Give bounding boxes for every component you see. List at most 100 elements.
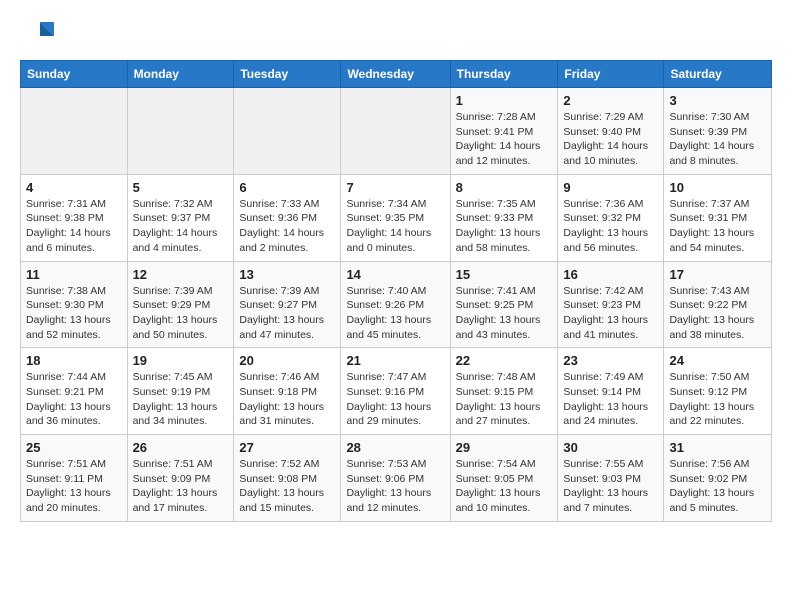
- weekday-header-cell: Tuesday: [234, 61, 341, 88]
- calendar-day-cell: 21 Sunrise: 7:47 AM Sunset: 9:16 PM Dayli…: [341, 348, 450, 435]
- day-info: Sunrise: 7:39 AM Sunset: 9:29 PM Dayligh…: [133, 284, 229, 343]
- day-info: Sunrise: 7:31 AM Sunset: 9:38 PM Dayligh…: [26, 197, 122, 256]
- calendar-day-cell: 31 Sunrise: 7:56 AM Sunset: 9:02 PM Dayli…: [664, 435, 772, 522]
- weekday-header-cell: Saturday: [664, 61, 772, 88]
- calendar-day-cell: 28Sunrise: 7:53 AM Sunset: 9:06 PM Dayli…: [341, 435, 450, 522]
- day-number: 14: [346, 267, 444, 282]
- calendar-day-cell: [21, 88, 128, 175]
- day-info: Sunrise: 7:47 AM Sunset: 9:16 PM Dayligh…: [346, 370, 444, 429]
- day-number: 27: [239, 440, 335, 455]
- day-info: Sunrise: 7:46 AM Sunset: 9:18 PM Dayligh…: [239, 370, 335, 429]
- calendar-day-cell: [127, 88, 234, 175]
- day-number: 2: [563, 93, 658, 108]
- day-info: Sunrise: 7:28 AM Sunset: 9:41 PM Dayligh…: [456, 110, 553, 169]
- day-number: 24: [669, 353, 766, 368]
- calendar-day-cell: 4 Sunrise: 7:31 AM Sunset: 9:38 PM Daylig…: [21, 174, 128, 261]
- calendar-day-cell: 7 Sunrise: 7:34 AM Sunset: 9:35 PM Daylig…: [341, 174, 450, 261]
- calendar-day-cell: 30Sunrise: 7:55 AM Sunset: 9:03 PM Dayli…: [558, 435, 664, 522]
- page-header: [20, 16, 772, 52]
- calendar-day-cell: 20 Sunrise: 7:46 AM Sunset: 9:18 PM Dayli…: [234, 348, 341, 435]
- day-info: Sunrise: 7:45 AM Sunset: 9:19 PM Dayligh…: [133, 370, 229, 429]
- day-number: 25: [26, 440, 122, 455]
- calendar-day-cell: 22Sunrise: 7:48 AM Sunset: 9:15 PM Dayli…: [450, 348, 558, 435]
- day-number: 18: [26, 353, 122, 368]
- weekday-header-cell: Monday: [127, 61, 234, 88]
- calendar-day-cell: 25 Sunrise: 7:51 AM Sunset: 9:11 PM Dayli…: [21, 435, 128, 522]
- calendar-day-cell: 15 Sunrise: 7:41 AM Sunset: 9:25 PM Dayli…: [450, 261, 558, 348]
- day-number: 20: [239, 353, 335, 368]
- calendar-day-cell: 17 Sunrise: 7:43 AM Sunset: 9:22 PM Dayli…: [664, 261, 772, 348]
- day-number: 19: [133, 353, 229, 368]
- day-number: 29: [456, 440, 553, 455]
- day-info: Sunrise: 7:37 AM Sunset: 9:31 PM Dayligh…: [669, 197, 766, 256]
- calendar-day-cell: [341, 88, 450, 175]
- day-info: Sunrise: 7:30 AM Sunset: 9:39 PM Dayligh…: [669, 110, 766, 169]
- day-info: Sunrise: 7:42 AM Sunset: 9:23 PM Dayligh…: [563, 284, 658, 343]
- day-number: 26: [133, 440, 229, 455]
- day-info: Sunrise: 7:51 AM Sunset: 9:09 PM Dayligh…: [133, 457, 229, 516]
- day-info: Sunrise: 7:43 AM Sunset: 9:22 PM Dayligh…: [669, 284, 766, 343]
- logo: [20, 16, 60, 52]
- calendar-day-cell: 18 Sunrise: 7:44 AM Sunset: 9:21 PM Dayli…: [21, 348, 128, 435]
- day-info: Sunrise: 7:39 AM Sunset: 9:27 PM Dayligh…: [239, 284, 335, 343]
- calendar-week-row: 1 Sunrise: 7:28 AM Sunset: 9:41 PM Daylig…: [21, 88, 772, 175]
- day-number: 1: [456, 93, 553, 108]
- calendar-day-cell: 19 Sunrise: 7:45 AM Sunset: 9:19 PM Dayli…: [127, 348, 234, 435]
- day-number: 16: [563, 267, 658, 282]
- day-number: 4: [26, 180, 122, 195]
- day-info: Sunrise: 7:51 AM Sunset: 9:11 PM Dayligh…: [26, 457, 122, 516]
- calendar-day-cell: 24 Sunrise: 7:50 AM Sunset: 9:12 PM Dayli…: [664, 348, 772, 435]
- day-number: 31: [669, 440, 766, 455]
- weekday-header-cell: Thursday: [450, 61, 558, 88]
- day-info: Sunrise: 7:54 AM Sunset: 9:05 PM Dayligh…: [456, 457, 553, 516]
- day-info: Sunrise: 7:44 AM Sunset: 9:21 PM Dayligh…: [26, 370, 122, 429]
- day-info: Sunrise: 7:35 AM Sunset: 9:33 PM Dayligh…: [456, 197, 553, 256]
- day-info: Sunrise: 7:33 AM Sunset: 9:36 PM Dayligh…: [239, 197, 335, 256]
- day-number: 3: [669, 93, 766, 108]
- day-info: Sunrise: 7:50 AM Sunset: 9:12 PM Dayligh…: [669, 370, 766, 429]
- calendar-day-cell: 23 Sunrise: 7:49 AM Sunset: 9:14 PM Dayli…: [558, 348, 664, 435]
- calendar-day-cell: 13 Sunrise: 7:39 AM Sunset: 9:27 PM Dayli…: [234, 261, 341, 348]
- weekday-header-cell: Sunday: [21, 61, 128, 88]
- day-info: Sunrise: 7:56 AM Sunset: 9:02 PM Dayligh…: [669, 457, 766, 516]
- day-number: 10: [669, 180, 766, 195]
- calendar-week-row: 25 Sunrise: 7:51 AM Sunset: 9:11 PM Dayli…: [21, 435, 772, 522]
- day-info: Sunrise: 7:52 AM Sunset: 9:08 PM Dayligh…: [239, 457, 335, 516]
- calendar-day-cell: 14Sunrise: 7:40 AM Sunset: 9:26 PM Dayli…: [341, 261, 450, 348]
- day-number: 21: [346, 353, 444, 368]
- day-number: 15: [456, 267, 553, 282]
- weekday-header-cell: Friday: [558, 61, 664, 88]
- day-number: 6: [239, 180, 335, 195]
- day-number: 5: [133, 180, 229, 195]
- day-number: 23: [563, 353, 658, 368]
- day-number: 13: [239, 267, 335, 282]
- calendar-day-cell: 29 Sunrise: 7:54 AM Sunset: 9:05 PM Dayli…: [450, 435, 558, 522]
- day-info: Sunrise: 7:41 AM Sunset: 9:25 PM Dayligh…: [456, 284, 553, 343]
- calendar-day-cell: 10 Sunrise: 7:37 AM Sunset: 9:31 PM Dayli…: [664, 174, 772, 261]
- day-info: Sunrise: 7:34 AM Sunset: 9:35 PM Dayligh…: [346, 197, 444, 256]
- day-number: 22: [456, 353, 553, 368]
- calendar-day-cell: 8 Sunrise: 7:35 AM Sunset: 9:33 PM Daylig…: [450, 174, 558, 261]
- day-number: 9: [563, 180, 658, 195]
- day-number: 8: [456, 180, 553, 195]
- calendar-day-cell: 2 Sunrise: 7:29 AM Sunset: 9:40 PM Daylig…: [558, 88, 664, 175]
- day-info: Sunrise: 7:38 AM Sunset: 9:30 PM Dayligh…: [26, 284, 122, 343]
- weekday-header-cell: Wednesday: [341, 61, 450, 88]
- day-number: 17: [669, 267, 766, 282]
- calendar-body: 1 Sunrise: 7:28 AM Sunset: 9:41 PM Daylig…: [21, 88, 772, 522]
- weekday-header-row: SundayMondayTuesdayWednesdayThursdayFrid…: [21, 61, 772, 88]
- calendar-week-row: 11 Sunrise: 7:38 AM Sunset: 9:30 PM Dayli…: [21, 261, 772, 348]
- day-number: 11: [26, 267, 122, 282]
- logo-icon: [20, 16, 56, 52]
- calendar-day-cell: 12Sunrise: 7:39 AM Sunset: 9:29 PM Dayli…: [127, 261, 234, 348]
- day-info: Sunrise: 7:49 AM Sunset: 9:14 PM Dayligh…: [563, 370, 658, 429]
- calendar-day-cell: 9Sunrise: 7:36 AM Sunset: 9:32 PM Daylig…: [558, 174, 664, 261]
- calendar-day-cell: 27 Sunrise: 7:52 AM Sunset: 9:08 PM Dayli…: [234, 435, 341, 522]
- calendar-day-cell: 6 Sunrise: 7:33 AM Sunset: 9:36 PM Daylig…: [234, 174, 341, 261]
- calendar-week-row: 18 Sunrise: 7:44 AM Sunset: 9:21 PM Dayli…: [21, 348, 772, 435]
- calendar-week-row: 4 Sunrise: 7:31 AM Sunset: 9:38 PM Daylig…: [21, 174, 772, 261]
- day-info: Sunrise: 7:29 AM Sunset: 9:40 PM Dayligh…: [563, 110, 658, 169]
- day-info: Sunrise: 7:32 AM Sunset: 9:37 PM Dayligh…: [133, 197, 229, 256]
- calendar-day-cell: 3 Sunrise: 7:30 AM Sunset: 9:39 PM Daylig…: [664, 88, 772, 175]
- day-number: 7: [346, 180, 444, 195]
